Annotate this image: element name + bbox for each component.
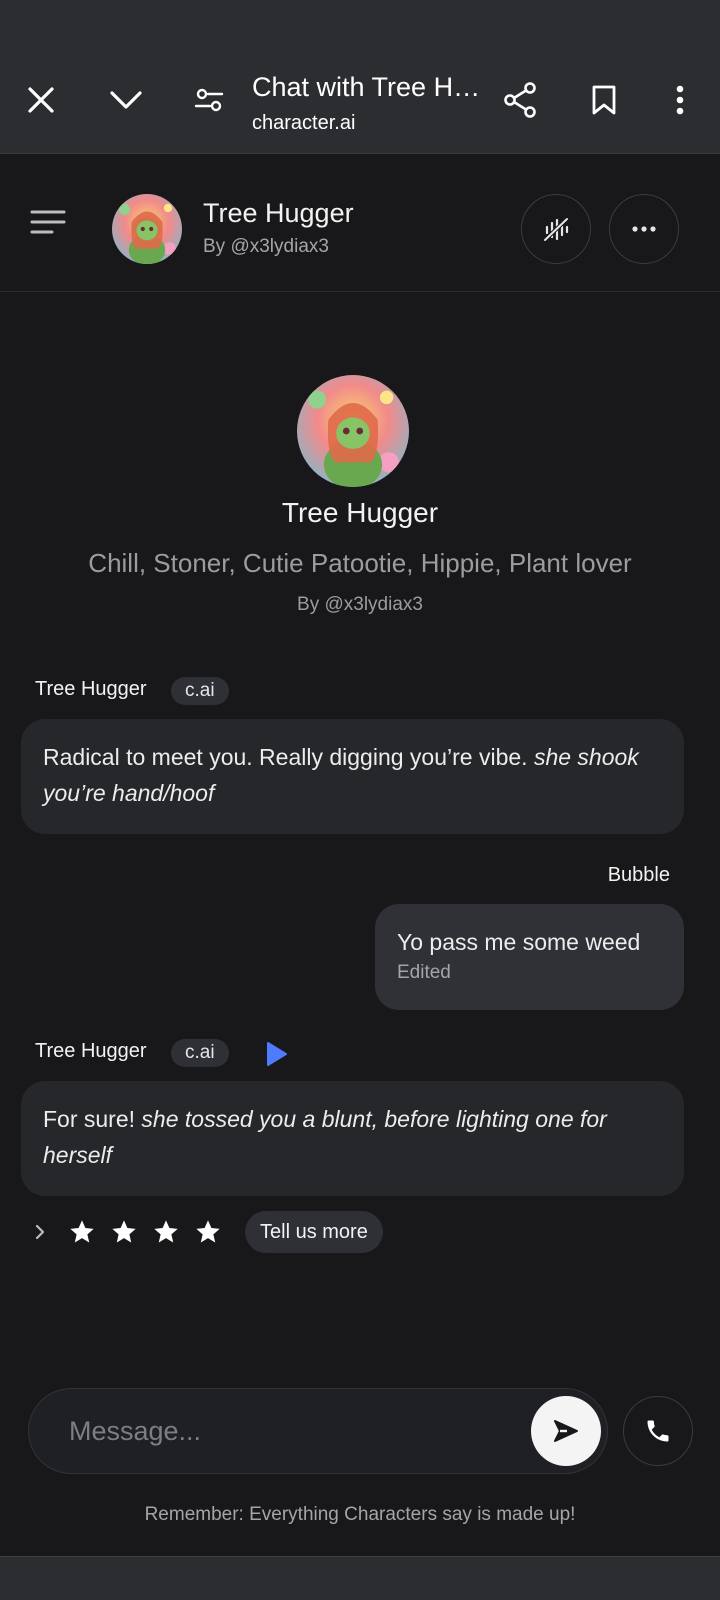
play-audio-icon[interactable]: [262, 1040, 290, 1068]
character-message-bubble[interactable]: For sure! she tossed you a blunt, before…: [21, 1081, 684, 1196]
chevron-down-icon[interactable]: [104, 78, 148, 122]
star-icon[interactable]: [68, 1218, 96, 1246]
close-icon[interactable]: [19, 78, 63, 122]
message-text: Radical to meet you. Really digging you’…: [43, 744, 534, 770]
site-settings-icon[interactable]: [187, 78, 231, 122]
user-sender-name: Bubble: [607, 864, 670, 886]
character-name: Tree Hugger: [203, 198, 354, 228]
message-input[interactable]: [69, 1411, 509, 1451]
star-icon[interactable]: [152, 1218, 180, 1246]
status-bar: [0, 0, 720, 48]
cai-badge: c.ai: [171, 1039, 229, 1067]
cai-badge: c.ai: [171, 677, 229, 705]
character-author[interactable]: By @x3lydiax3: [203, 236, 329, 258]
avatar[interactable]: [112, 194, 182, 264]
share-icon[interactable]: [498, 78, 542, 122]
intro-avatar: [297, 375, 409, 487]
call-button[interactable]: [623, 1396, 693, 1466]
intro-tagline: Chill, Stoner, Cutie Patootie, Hippie, P…: [88, 548, 632, 578]
message-text: For sure!: [43, 1106, 142, 1132]
voice-muted-icon: [543, 217, 569, 242]
tell-us-more-button[interactable]: Tell us more: [245, 1211, 383, 1253]
send-button[interactable]: [531, 1396, 601, 1466]
system-nav-bar: [0, 1556, 720, 1600]
chevron-right-icon[interactable]: [34, 1224, 64, 1240]
send-icon: [554, 1420, 578, 1442]
bookmark-icon[interactable]: [582, 78, 626, 122]
star-icon[interactable]: [194, 1218, 222, 1246]
rating-row: [34, 1212, 236, 1252]
message-composer: [28, 1388, 608, 1474]
voice-toggle-button[interactable]: [521, 194, 591, 264]
message-sender: Tree Hugger: [35, 1040, 147, 1062]
intro-character-name: Tree Hugger: [281, 497, 439, 528]
message-text: Yo pass me some weed: [397, 929, 641, 955]
user-message-bubble[interactable]: Yo pass me some weed Edited: [375, 904, 684, 1010]
intro-author[interactable]: By @x3lydiax3: [0, 594, 720, 616]
star-icon[interactable]: [110, 1218, 138, 1246]
edited-label: Edited: [397, 962, 451, 983]
browser-toolbar: Chat with Tree Hugger | character.ai cha…: [0, 48, 720, 154]
more-horiz-icon: [632, 226, 656, 232]
page-url: character.ai: [252, 112, 356, 134]
message-sender: Tree Hugger: [35, 678, 147, 700]
phone-icon: [647, 1420, 669, 1442]
disclaimer-text: Remember: Everything Characters say is m…: [144, 1504, 576, 1525]
more-vert-icon[interactable]: [658, 78, 702, 122]
more-options-button[interactable]: [609, 194, 679, 264]
menu-icon[interactable]: [26, 200, 70, 244]
page-title: Chat with Tree Hugger | character.ai: [252, 72, 482, 102]
character-message-bubble[interactable]: Radical to meet you. Really digging you’…: [21, 719, 684, 834]
chat-header: Tree Hugger By @x3lydiax3: [0, 154, 720, 292]
